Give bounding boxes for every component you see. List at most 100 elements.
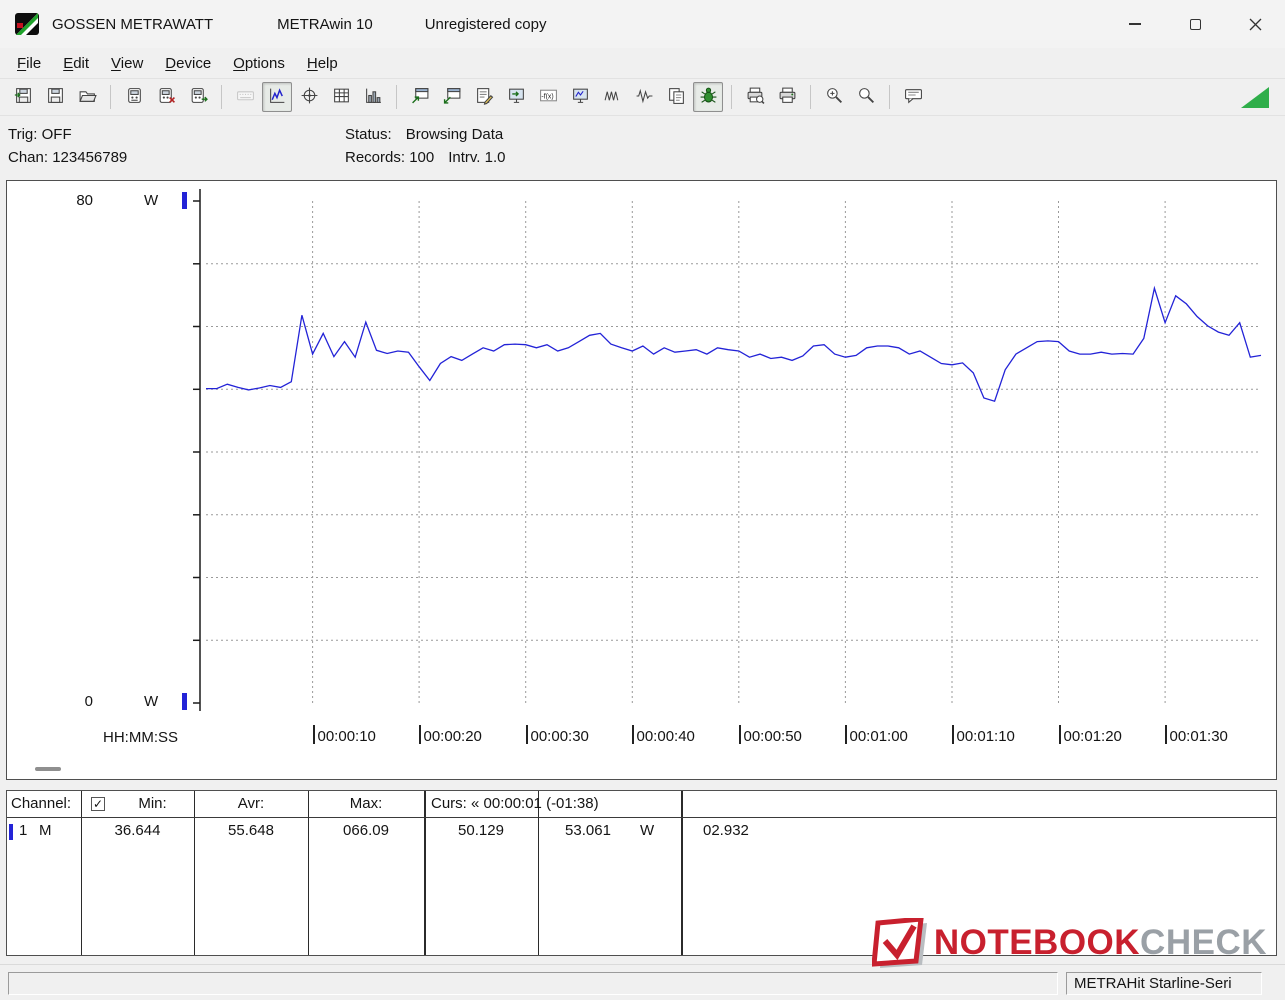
cell-channel-number: 1 [19, 822, 27, 839]
y-axis-unit-bottom: W [144, 693, 158, 710]
cell-cursor-delta: 02.932 [703, 822, 749, 839]
channel-color-marker [9, 824, 13, 840]
device-memory-out-button[interactable] [183, 82, 213, 112]
transfer-data-button[interactable] [437, 82, 467, 112]
device-out-icon [189, 86, 208, 109]
column-divider-cursor [424, 791, 426, 955]
column-divider [81, 791, 82, 955]
minimize-button[interactable] [1105, 0, 1165, 48]
menu-bar: FileEditViewDeviceOptionsHelp [0, 48, 1285, 78]
zoom-mode-button[interactable] [819, 82, 849, 112]
statistics-view-button[interactable] [358, 82, 388, 112]
y-axis-unit-top: W [144, 192, 158, 209]
cell-min: 36.644 [81, 822, 194, 839]
printer-preview-icon [746, 86, 765, 109]
pc-transfer-button[interactable] [501, 82, 531, 112]
status-panel: Trig: OFF Chan: 123456789 Status:Browsin… [0, 116, 1285, 180]
minimize-icon [1129, 23, 1141, 25]
chart-plot[interactable] [7, 181, 1276, 779]
y-range-marker-bottom[interactable] [182, 693, 187, 710]
menu-view[interactable]: View [100, 51, 154, 76]
crosshair-icon [300, 86, 319, 109]
printer-icon [778, 86, 797, 109]
toolbar-separator [221, 85, 222, 109]
menu-edit[interactable]: Edit [52, 51, 100, 76]
copy-icon [667, 86, 686, 109]
toolbar-separator [889, 85, 890, 109]
column-divider [538, 791, 539, 955]
print-preview-button[interactable] [740, 82, 770, 112]
monitor-icon [571, 86, 590, 109]
bars-icon [364, 86, 383, 109]
save-log-button[interactable] [40, 82, 70, 112]
records-value: Records: 100 [345, 149, 434, 166]
device-memory-read-button[interactable] [119, 82, 149, 112]
svg-text:-f(x): -f(x) [541, 93, 553, 100]
table-icon [332, 86, 351, 109]
wave-icon [635, 86, 654, 109]
y-range-marker-top[interactable] [182, 192, 187, 209]
notebookcheck-logo-icon [872, 918, 928, 968]
h-scroll-thumb[interactable] [35, 767, 61, 771]
column-divider [308, 791, 309, 955]
header-channel: Channel: [11, 795, 71, 812]
chart-panel: 80 W 0 W HH:MM:SS 00:00:1000:00:2000:00:… [6, 180, 1277, 780]
transfer-settings-button[interactable] [405, 82, 435, 112]
open-file-button[interactable] [72, 82, 102, 112]
menu-device[interactable]: Device [154, 51, 222, 76]
metrawin-corner-triangle-icon [1241, 87, 1269, 108]
menu-options[interactable]: Options [222, 51, 296, 76]
cell-avr: 55.648 [194, 822, 308, 839]
y-axis-max-label: 80 [59, 192, 93, 209]
status-label: Status: [345, 126, 392, 143]
menu-file[interactable]: File [6, 51, 52, 76]
zoom-h-icon [825, 86, 844, 109]
toolbar-separator [110, 85, 111, 109]
live-logger-button[interactable] [693, 82, 723, 112]
status-value: Browsing Data [406, 126, 504, 143]
folder-icon [78, 86, 97, 109]
header-avr: Avr: [194, 795, 308, 812]
comment-button[interactable] [898, 82, 928, 112]
column-divider-delta [681, 791, 683, 955]
titlebar-license: Unregistered copy [425, 16, 547, 33]
maximize-button[interactable] [1165, 0, 1225, 48]
cell-channel-mode: M [39, 822, 52, 839]
header-max: Max: [308, 795, 424, 812]
signal-wave-button[interactable] [629, 82, 659, 112]
close-button[interactable] [1225, 0, 1285, 48]
xy-chart-view-button[interactable] [294, 82, 324, 112]
yt-chart-view-button[interactable] [262, 82, 292, 112]
disk-icon [46, 86, 65, 109]
app-logo-icon [14, 11, 40, 37]
bug-icon [699, 86, 718, 109]
edit-channels-button[interactable] [469, 82, 499, 112]
titlebar-product: METRAwin 10 [277, 16, 373, 33]
y-axis-min-label: 0 [59, 693, 93, 710]
open-log-button[interactable] [8, 82, 38, 112]
line-chart-icon [268, 86, 287, 109]
title-bar: GOSSEN METRAWATT METRAwin 10 Unregistere… [0, 0, 1285, 48]
menu-help[interactable]: Help [296, 51, 349, 76]
table-view-button[interactable] [326, 82, 356, 112]
signal-small-button[interactable] [597, 82, 627, 112]
toolbar: -f(x) [0, 78, 1285, 116]
app-window: GOSSEN METRAWATT METRAwin 10 Unregistere… [0, 0, 1285, 1000]
display-button[interactable] [565, 82, 595, 112]
device-memory-erase-button[interactable] [151, 82, 181, 112]
watermark-text-secondary: CHECK [1140, 923, 1267, 962]
zoom-button[interactable] [851, 82, 881, 112]
channel-checkbox[interactable]: ✓ [91, 797, 105, 811]
close-icon [1249, 18, 1262, 31]
zoom-icon [857, 86, 876, 109]
list-edit-icon [475, 86, 494, 109]
print-button[interactable] [772, 82, 802, 112]
copy-channels-button[interactable] [661, 82, 691, 112]
channel-status: Chan: 123456789 [8, 146, 127, 169]
statusbar-message-area [8, 972, 1058, 995]
formula-button[interactable]: -f(x) [533, 82, 563, 112]
wave-small-icon [603, 86, 622, 109]
cell-cursor-right: 53.061 [538, 822, 638, 839]
cell-unit: W [640, 822, 654, 839]
keyboard-icon [236, 86, 255, 109]
